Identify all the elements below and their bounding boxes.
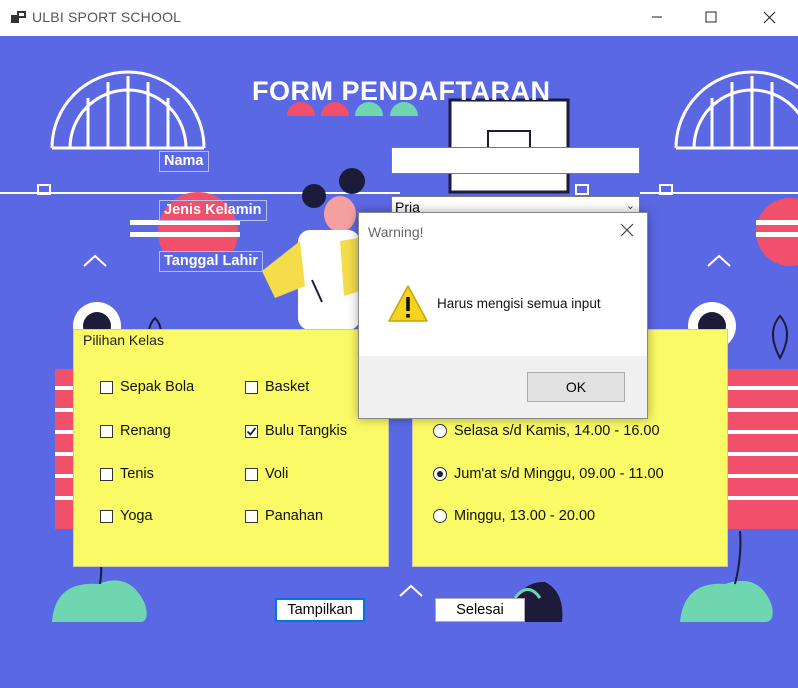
checkbox-box[interactable] xyxy=(100,424,113,438)
pilihan-kelas-group: Pilihan Kelas Sepak Bola Basket Renang B… xyxy=(73,329,389,567)
checkbox-yoga[interactable]: Yoga xyxy=(100,508,153,524)
form-title: FORM PENDAFTARAN xyxy=(252,76,551,106)
close-icon xyxy=(763,11,775,23)
checkbox-label: Basket xyxy=(265,379,310,395)
nama-label: Nama xyxy=(159,151,209,172)
checkbox-box[interactable] xyxy=(100,467,113,481)
window-title: ULBI SPORT SCHOOL xyxy=(32,9,182,25)
warning-dialog: Warning! Harus mengisi semua input OK xyxy=(358,212,648,419)
radio-label: Jum'at s/d Minggu, 09.00 - 11.00 xyxy=(454,466,664,482)
checkbox-renang[interactable]: Renang xyxy=(100,423,171,439)
checkbox-panahan[interactable]: Panahan xyxy=(245,508,323,524)
checkbox-box[interactable] xyxy=(100,380,113,394)
minimize-button[interactable] xyxy=(634,0,680,34)
chevron-down-icon[interactable]: ⌄ xyxy=(626,199,635,212)
warning-icon xyxy=(388,285,428,322)
close-button[interactable] xyxy=(746,0,792,34)
dialog-footer: OK xyxy=(359,356,647,418)
checkbox-box-checked[interactable] xyxy=(245,424,258,438)
radio-circle[interactable] xyxy=(433,509,447,523)
checkbox-basket[interactable]: Basket xyxy=(245,379,309,395)
app-icon xyxy=(11,11,26,23)
radio-selasa-kamis[interactable]: Selasa s/d Kamis, 14.00 - 16.00 xyxy=(433,423,660,439)
nama-input[interactable] xyxy=(391,147,640,174)
checkmark-icon xyxy=(246,426,257,436)
dialog-title: Warning! xyxy=(368,224,424,240)
maximize-button[interactable] xyxy=(688,0,734,34)
checkbox-sepak-bola[interactable]: Sepak Bola xyxy=(100,379,194,395)
jenis-kelamin-label: Jenis Kelamin xyxy=(159,200,267,221)
radio-dot xyxy=(437,471,443,477)
pilihan-kelas-legend: Pilihan Kelas xyxy=(83,332,164,348)
checkbox-box[interactable] xyxy=(100,509,113,523)
checkbox-voli[interactable]: Voli xyxy=(245,466,288,482)
checkbox-box[interactable] xyxy=(245,467,258,481)
tampilkan-button[interactable]: Tampilkan xyxy=(275,598,365,622)
checkbox-box[interactable] xyxy=(245,380,258,394)
checkbox-label: Bulu Tangkis xyxy=(265,423,347,439)
checkbox-bulu-tangkis[interactable]: Bulu Tangkis xyxy=(245,423,347,439)
ok-button[interactable]: OK xyxy=(527,372,625,402)
checkbox-label: Voli xyxy=(265,466,289,482)
checkbox-tenis[interactable]: Tenis xyxy=(100,466,154,482)
dialog-close-button[interactable] xyxy=(619,222,635,238)
checkbox-label: Yoga xyxy=(120,508,153,524)
checkbox-label: Tenis xyxy=(120,466,154,482)
radio-minggu[interactable]: Minggu, 13.00 - 20.00 xyxy=(433,508,595,524)
radio-circle-selected[interactable] xyxy=(433,467,447,481)
title-bar: ULBI SPORT SCHOOL xyxy=(0,0,798,36)
minimize-icon xyxy=(652,16,662,18)
dialog-message: Harus mengisi semua input xyxy=(437,296,601,311)
checkbox-label: Renang xyxy=(120,423,171,439)
selesai-button[interactable]: Selesai xyxy=(435,598,525,622)
tanggal-lahir-label: Tanggal Lahir xyxy=(159,251,263,272)
radio-circle[interactable] xyxy=(433,424,447,438)
radio-label: Selasa s/d Kamis, 14.00 - 16.00 xyxy=(454,423,660,439)
radio-label: Minggu, 13.00 - 20.00 xyxy=(454,508,596,524)
checkbox-label: Sepak Bola xyxy=(120,379,195,395)
maximize-icon xyxy=(705,11,717,23)
close-icon xyxy=(620,223,634,237)
radio-jumat-minggu[interactable]: Jum'at s/d Minggu, 09.00 - 11.00 xyxy=(433,466,664,482)
checkbox-label: Panahan xyxy=(265,508,324,524)
checkbox-box[interactable] xyxy=(245,509,258,523)
